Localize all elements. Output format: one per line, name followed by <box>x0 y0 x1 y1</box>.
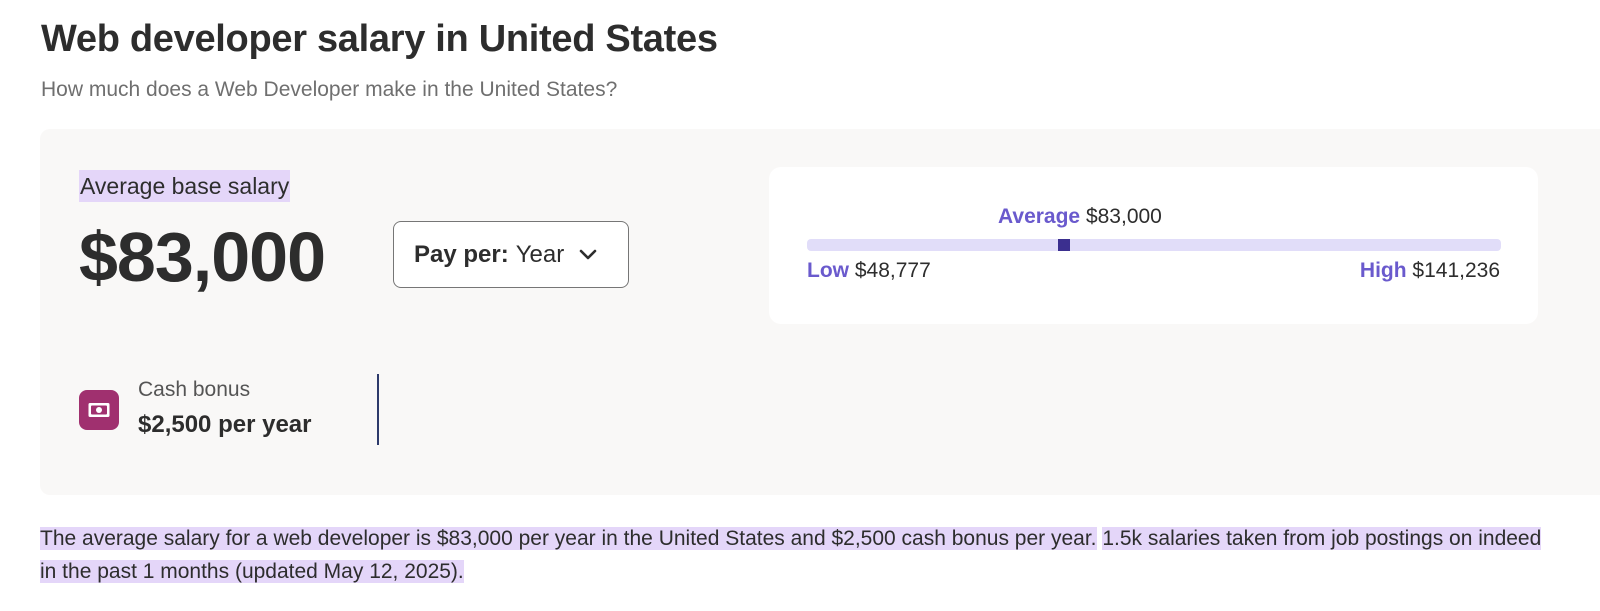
range-high-label: High <box>1359 259 1407 282</box>
range-average-value: $83,000 <box>1085 205 1162 228</box>
bonus-divider <box>377 374 379 445</box>
cash-bonus-value: $2,500 per year <box>138 411 312 438</box>
range-low-value: $48,777 <box>854 259 931 282</box>
pay-per-label: Pay per: <box>414 240 509 268</box>
pay-per-selected: Year <box>515 240 565 268</box>
average-salary-label: Average base salary <box>79 170 291 202</box>
summary-sentence-1: The average salary for a web developer i… <box>40 527 1097 550</box>
pay-per-dropdown[interactable]: Pay per: Year <box>393 221 629 288</box>
range-average: Average $83,000 <box>998 205 1162 229</box>
range-high: High $141,236 <box>1360 259 1500 283</box>
average-marker <box>1057 239 1070 251</box>
salary-summary: The average salary for a web developer i… <box>40 522 1560 588</box>
page-subtitle: How much does a Web Developer make in th… <box>41 78 618 101</box>
range-low-label: Low <box>807 259 849 282</box>
cash-icon <box>79 390 119 430</box>
page-title: Web developer salary in United States <box>41 18 718 60</box>
average-salary-amount: $83,000 <box>79 218 326 296</box>
range-low: Low $48,777 <box>807 259 931 283</box>
salary-range-track <box>807 239 1501 251</box>
range-high-value: $141,236 <box>1412 259 1500 282</box>
range-average-label: Average <box>998 205 1081 228</box>
cash-bonus-label: Cash bonus <box>138 378 251 401</box>
chevron-down-icon <box>578 248 598 262</box>
